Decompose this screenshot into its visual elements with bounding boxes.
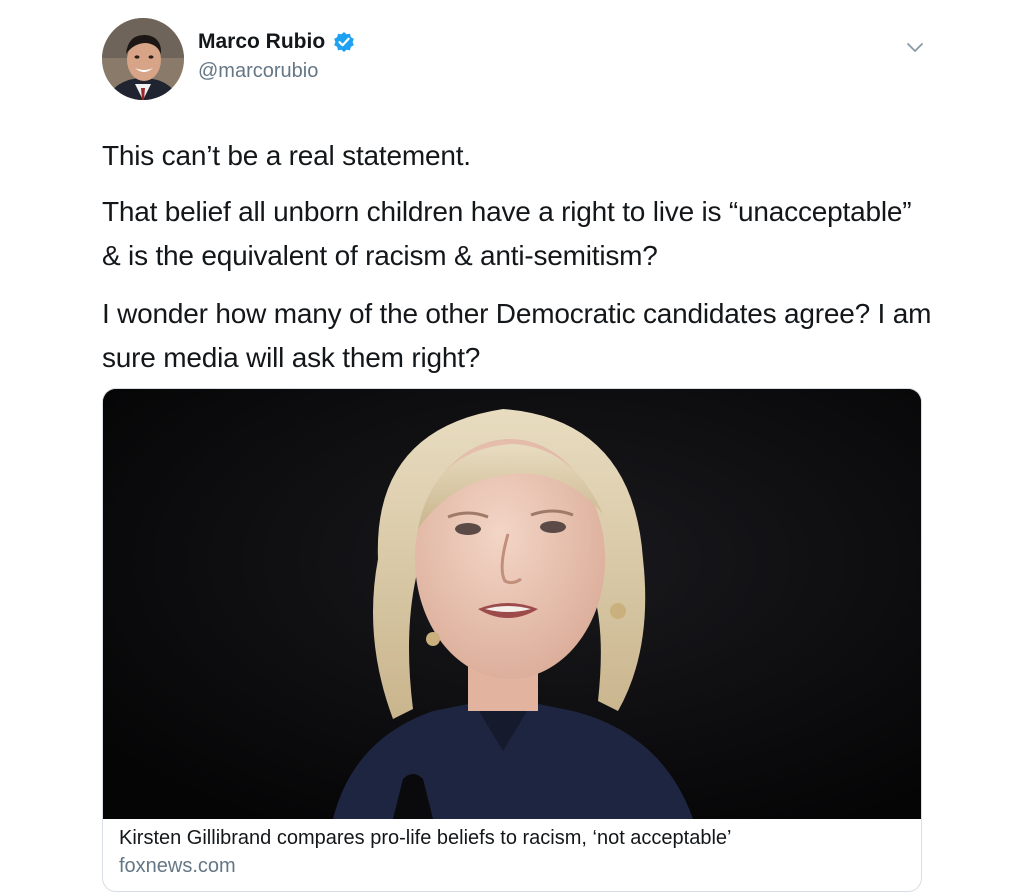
- author-name[interactable]: Marco Rubio: [198, 30, 325, 54]
- author-handle[interactable]: @marcorubio: [198, 60, 318, 83]
- tweet: Marco Rubio @marcorubio This can’t be a …: [0, 0, 1024, 896]
- card-image[interactable]: [103, 389, 921, 819]
- news-photo: [103, 389, 921, 819]
- card-title[interactable]: Kirsten Gillibrand compares pro-life bel…: [119, 827, 732, 850]
- author-name-row: Marco Rubio: [198, 30, 355, 54]
- chevron-down-icon[interactable]: [904, 36, 926, 58]
- tweet-text-line-2: That belief all unborn children have a r…: [102, 196, 912, 271]
- tweet-text-line-3: I wonder how many of the other Democrati…: [102, 298, 932, 373]
- avatar-photo: [102, 18, 184, 100]
- card-domain: foxnews.com: [119, 855, 236, 877]
- verified-badge-icon: [333, 31, 355, 53]
- link-card[interactable]: Kirsten Gillibrand compares pro-life bel…: [102, 388, 922, 892]
- tweet-text-line-1: This can’t be a real statement.: [102, 140, 471, 171]
- avatar[interactable]: [102, 18, 184, 100]
